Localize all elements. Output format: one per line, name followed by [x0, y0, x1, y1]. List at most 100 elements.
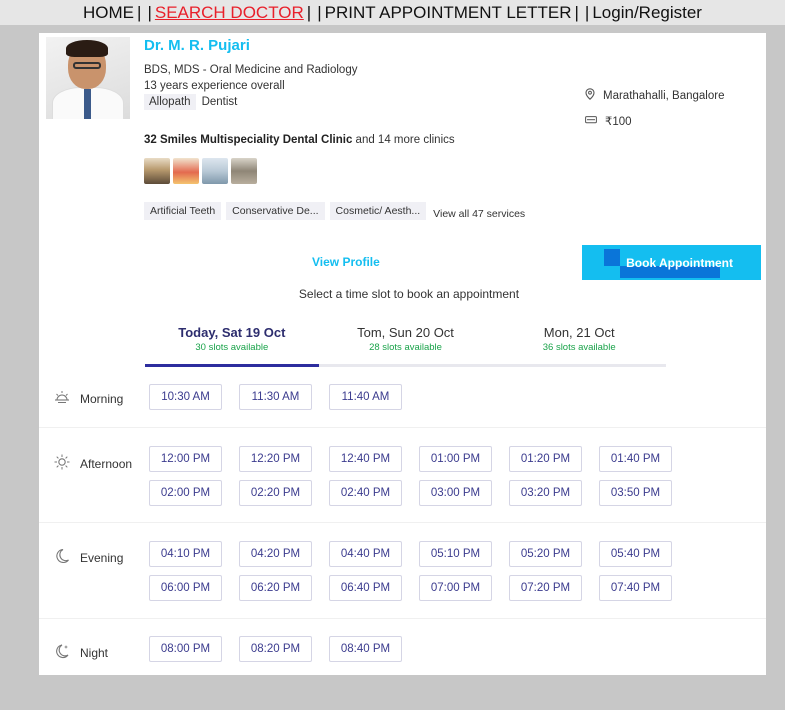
time-slot[interactable]: 07:00 PM	[419, 575, 492, 601]
evening-label-text: Evening	[80, 551, 124, 565]
nav-login-link[interactable]: Login/Register	[592, 3, 702, 23]
day-tab-today[interactable]: Today, Sat 19 Oct 30 slots available	[145, 325, 319, 367]
location-pin-icon	[585, 88, 595, 103]
time-slot[interactable]: 06:00 PM	[149, 575, 222, 601]
time-slot[interactable]: 01:00 PM	[419, 446, 492, 472]
nav-print-letter-link[interactable]: PRINT APPOINTMENT LETTER	[325, 3, 572, 23]
nav-separator: |	[584, 2, 590, 22]
night-label-text: Night	[80, 646, 109, 660]
night-label: Night	[54, 643, 108, 663]
morning-slots: 10:30 AM 11:30 AM 11:40 AM	[149, 384, 761, 410]
nav-search-doctor-link[interactable]: SEARCH DOCTOR	[155, 3, 304, 23]
clinic-photos	[144, 158, 257, 184]
time-slot[interactable]: 03:00 PM	[419, 480, 492, 506]
doctor-photo[interactable]	[46, 37, 130, 119]
clinic-info: 32 Smiles Multispeciality Dental Clinic …	[144, 134, 455, 146]
time-slot[interactable]: 05:10 PM	[419, 541, 492, 567]
book-appointment-label: Book Appointment	[626, 255, 733, 270]
day-tabs: Today, Sat 19 Oct 30 slots available Tom…	[145, 325, 666, 367]
time-slot[interactable]: 06:20 PM	[239, 575, 312, 601]
night-slots: 08:00 PM 08:20 PM 08:40 PM	[149, 636, 761, 662]
time-slot[interactable]: 07:40 PM	[599, 575, 672, 601]
time-slot[interactable]: 03:20 PM	[509, 480, 582, 506]
time-slot[interactable]: 05:40 PM	[599, 541, 672, 567]
nav-separator: |	[317, 2, 322, 22]
money-icon	[585, 115, 597, 127]
day-tab-label: Tom, Sun 20 Oct	[357, 325, 454, 340]
service-chip: Cosmetic/ Aesth...	[329, 202, 427, 220]
evening-section: Evening 04:10 PM 04:20 PM 04:40 PM 05:10…	[39, 523, 766, 619]
morning-label: Morning	[54, 390, 123, 408]
afternoon-slots: 12:00 PM 12:20 PM 12:40 PM 01:00 PM 01:2…	[149, 446, 761, 506]
time-slot[interactable]: 01:40 PM	[599, 446, 672, 472]
nav-home-link[interactable]: HOME	[83, 3, 134, 23]
morning-label-text: Morning	[80, 392, 124, 406]
select-slot-note: Select a time slot to book an appointmen…	[298, 287, 520, 301]
service-chip: Conservative De...	[226, 202, 325, 220]
morning-section: Morning 10:30 AM 11:30 AM 11:40 AM	[39, 371, 766, 428]
clinic-photo-thumbnail[interactable]	[231, 158, 257, 184]
day-tab-label: Mon, 21 Oct	[543, 325, 615, 340]
day-tab-slots: 30 slots available	[195, 342, 269, 353]
time-slot[interactable]: 02:40 PM	[329, 480, 402, 506]
evening-slots: 04:10 PM 04:20 PM 04:40 PM 05:10 PM 05:2…	[149, 541, 761, 601]
time-slot[interactable]: 07:20 PM	[509, 575, 582, 601]
nav-separator: |	[306, 2, 312, 22]
location-text: Marathahalli, Bangalore	[603, 89, 725, 102]
day-tab-slots: 36 slots available	[542, 342, 616, 353]
clinic-photo-thumbnail[interactable]	[173, 158, 199, 184]
location: Marathahalli, Bangalore	[585, 88, 724, 103]
time-slot[interactable]: 08:20 PM	[239, 636, 312, 662]
book-appointment-button[interactable]: Book Appointment	[582, 245, 761, 280]
evening-label: Evening	[54, 548, 123, 568]
time-slot[interactable]: 08:40 PM	[329, 636, 402, 662]
services-list: Artificial Teeth Conservative De... Cosm…	[144, 202, 525, 220]
time-slot[interactable]: 04:10 PM	[149, 541, 222, 567]
time-slot[interactable]: 04:40 PM	[329, 541, 402, 567]
moon-icon	[54, 548, 70, 568]
doctor-qualifications: BDS, MDS - Oral Medicine and Radiology	[144, 64, 358, 76]
time-slot[interactable]: 02:20 PM	[239, 480, 312, 506]
consultation-fee: ₹100	[585, 114, 632, 128]
time-slot[interactable]: 03:50 PM	[599, 480, 672, 506]
time-slot[interactable]: 12:40 PM	[329, 446, 402, 472]
time-slot[interactable]: 02:00 PM	[149, 480, 222, 506]
night-section: Night 08:00 PM 08:20 PM 08:40 PM	[39, 619, 766, 675]
afternoon-label-text: Afternoon	[80, 457, 133, 471]
doctor-name[interactable]: Dr. M. R. Pujari	[144, 37, 250, 54]
day-tab-slots: 28 slots available	[369, 342, 442, 353]
time-slot[interactable]: 08:00 PM	[149, 636, 222, 662]
view-profile-link[interactable]: View Profile	[312, 255, 380, 269]
time-slot[interactable]: 12:00 PM	[149, 446, 222, 472]
day-tab-label: Today, Sat 19 Oct	[178, 325, 286, 340]
time-slot[interactable]: 11:30 AM	[239, 384, 312, 410]
time-slot[interactable]: 10:30 AM	[149, 384, 222, 410]
time-slot[interactable]: 05:20 PM	[509, 541, 582, 567]
nav-separator: |	[137, 2, 142, 22]
nav-separator: |	[574, 2, 579, 22]
time-slot[interactable]: 06:40 PM	[329, 575, 402, 601]
doctor-card: Dr. M. R. Pujari BDS, MDS - Oral Medicin…	[39, 33, 766, 675]
nav-separator: |	[147, 2, 152, 22]
clinic-photo-thumbnail[interactable]	[144, 158, 170, 184]
clinic-name[interactable]: 32 Smiles Multispeciality Dental Clinic	[144, 134, 352, 146]
specialty-label: Dentist	[201, 96, 238, 108]
day-tab-tomorrow[interactable]: Tom, Sun 20 Oct 28 slots available	[319, 325, 493, 364]
day-tab-monday[interactable]: Mon, 21 Oct 36 slots available	[492, 325, 666, 364]
time-slot[interactable]: 11:40 AM	[329, 384, 402, 410]
system-badge: Allopath	[144, 94, 196, 110]
top-nav: HOME | | SEARCH DOCTOR | | PRINT APPOINT…	[0, 0, 785, 25]
sunrise-icon	[54, 390, 70, 408]
sun-icon	[54, 454, 70, 474]
doctor-tags: Allopath Dentist	[144, 94, 239, 110]
fee-text: ₹100	[605, 116, 632, 128]
view-all-services-link[interactable]: View all 47 services	[433, 203, 525, 220]
time-slot[interactable]: 04:20 PM	[239, 541, 312, 567]
doctor-experience: 13 years experience overall	[144, 80, 285, 92]
clinic-more: and 14 more clinics	[352, 134, 455, 146]
time-slot[interactable]: 12:20 PM	[239, 446, 312, 472]
service-chip: Artificial Teeth	[144, 202, 222, 220]
time-slot[interactable]: 01:20 PM	[509, 446, 582, 472]
moon-stars-icon	[54, 643, 70, 663]
clinic-photo-thumbnail[interactable]	[202, 158, 228, 184]
